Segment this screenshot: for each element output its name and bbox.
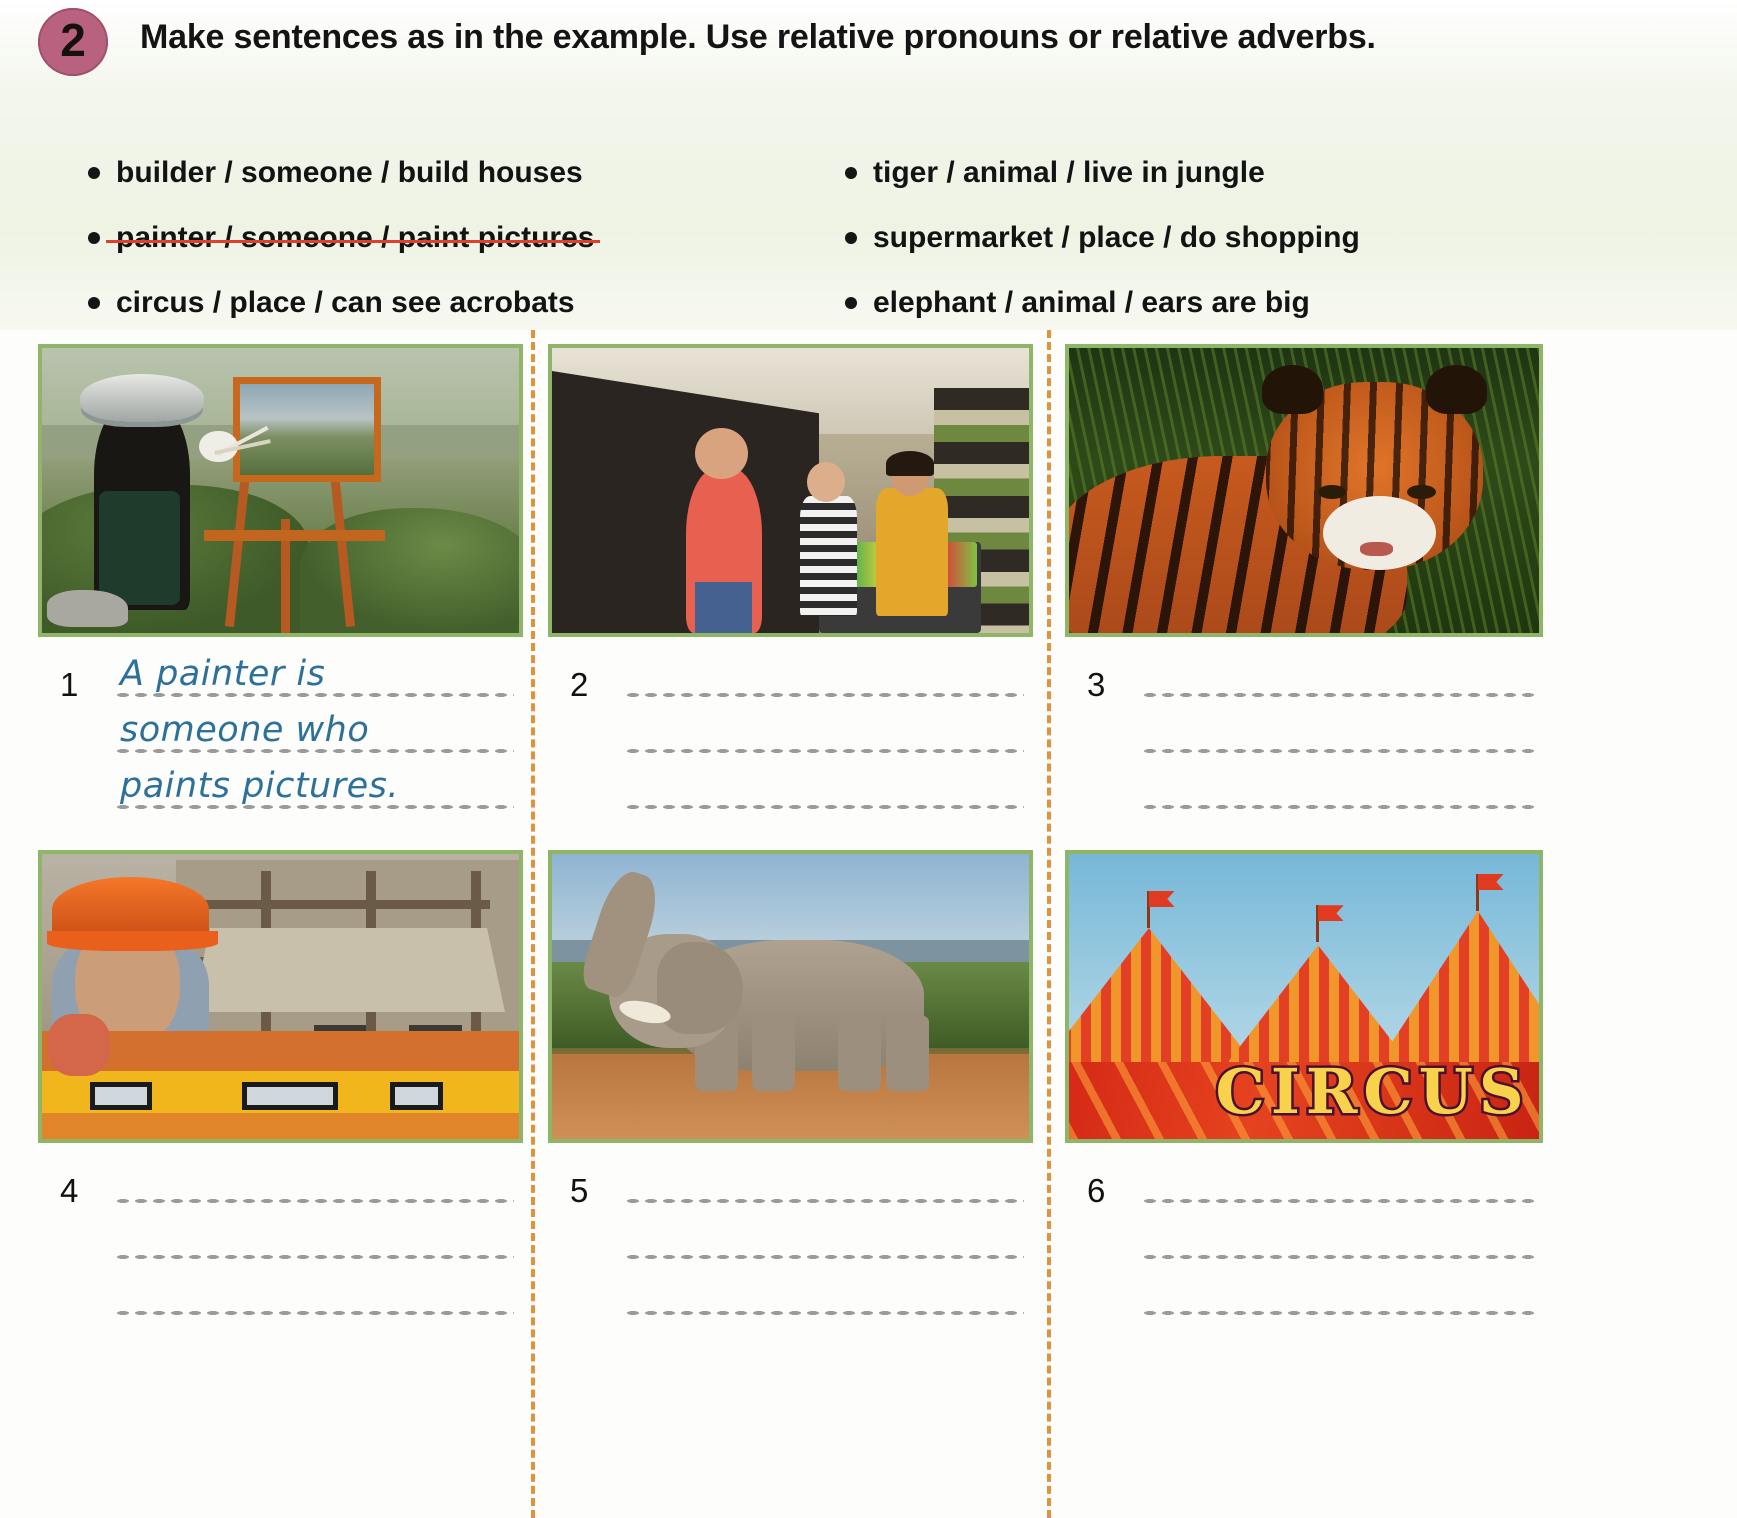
cue-label: circus / place / can see acrobats	[116, 285, 575, 319]
cue-label: painter / someone / paint pictures	[105, 220, 601, 254]
cue-item: tiger / animal / live in jungle	[845, 140, 1565, 205]
answer-line[interactable]	[624, 654, 1024, 710]
cue-label: builder / someone / build houses	[116, 155, 583, 189]
exercise-item-4: 4	[38, 850, 538, 1316]
photo-supermarket	[548, 344, 1033, 637]
answer-line[interactable]: A painter is	[114, 654, 514, 710]
answer-line[interactable]	[1141, 710, 1536, 766]
answer-line[interactable]	[1141, 766, 1536, 822]
circus-sign-text: CIRCUS	[1213, 1062, 1530, 1131]
answer-line[interactable]	[114, 1216, 514, 1272]
exercise-number-badge: 2	[38, 8, 108, 76]
item-number: 4	[60, 1172, 79, 1209]
answer-grid: 1 A painter is someone who paints pictur…	[0, 330, 1737, 1518]
cue-item: elephant / animal / ears are big	[845, 270, 1565, 335]
item-number: 1	[60, 666, 79, 703]
cue-item: builder / someone / build houses	[88, 140, 788, 205]
answer-line[interactable]	[1141, 1272, 1536, 1328]
item-number: 6	[1087, 1172, 1106, 1209]
answer-lines[interactable]	[1141, 654, 1536, 822]
handwritten-answer: paints pictures.	[120, 766, 400, 806]
cue-list-right: tiger / animal / live in jungle supermar…	[845, 140, 1565, 335]
photo-tiger	[1065, 344, 1543, 637]
answer-line[interactable]	[624, 766, 1024, 822]
answer-line[interactable]	[624, 1216, 1024, 1272]
answer-line[interactable]	[1141, 654, 1536, 710]
photo-circus: CIRCUS	[1065, 850, 1543, 1143]
bullet-icon	[88, 231, 100, 244]
item-number: 3	[1087, 666, 1106, 703]
exercise-item-5: 5	[548, 850, 1048, 1316]
handwritten-answer: someone who	[120, 710, 370, 750]
handwritten-answer: A painter is	[120, 654, 326, 694]
cue-label: supermarket / place / do shopping	[873, 220, 1360, 254]
exercise-item-3: 3	[1065, 344, 1565, 810]
answer-line[interactable]: paints pictures.	[114, 766, 514, 822]
photo-builder	[38, 850, 523, 1143]
cue-item: circus / place / can see acrobats	[88, 270, 788, 335]
bullet-icon	[88, 296, 100, 309]
bullet-icon	[845, 231, 857, 244]
exercise-number: 2	[60, 14, 86, 66]
cue-list-left: builder / someone / build houses painter…	[88, 140, 788, 335]
item-number: 2	[570, 666, 589, 703]
exercise-item-2: 2	[548, 344, 1048, 810]
answer-line[interactable]	[624, 1160, 1024, 1216]
cue-label: tiger / animal / live in jungle	[873, 155, 1265, 189]
answer-line[interactable]	[1141, 1160, 1536, 1216]
answer-lines[interactable]: A painter is someone who paints pictures…	[114, 654, 514, 822]
bullet-icon	[845, 296, 857, 309]
answer-lines[interactable]	[1141, 1160, 1536, 1328]
exercise-item-6: CIRCUS 6	[1065, 850, 1565, 1316]
answer-line[interactable]	[114, 1272, 514, 1328]
photo-painter	[38, 344, 523, 637]
circus-banner: CIRCUS	[1069, 1062, 1539, 1139]
cue-item-struck: painter / someone / paint pictures	[88, 205, 788, 270]
item-number: 5	[570, 1172, 589, 1209]
answer-line[interactable]	[624, 710, 1024, 766]
bullet-icon	[88, 166, 100, 179]
answer-line[interactable]	[1141, 1216, 1536, 1272]
answer-lines[interactable]	[624, 654, 1024, 822]
exercise-item-1: 1 A painter is someone who paints pictur…	[38, 344, 538, 810]
exercise-instruction: Make sentences as in the example. Use re…	[140, 18, 1376, 56]
cue-item: supermarket / place / do shopping	[845, 205, 1565, 270]
answer-lines[interactable]	[114, 1160, 514, 1328]
cue-label: elephant / animal / ears are big	[873, 285, 1310, 319]
exercise-header: 2 Make sentences as in the example. Use …	[0, 0, 1737, 330]
answer-lines[interactable]	[624, 1160, 1024, 1328]
photo-elephant	[548, 850, 1033, 1143]
answer-line[interactable]: someone who	[114, 710, 514, 766]
bullet-icon	[845, 166, 857, 179]
answer-line[interactable]	[114, 1160, 514, 1216]
answer-line[interactable]	[624, 1272, 1024, 1328]
